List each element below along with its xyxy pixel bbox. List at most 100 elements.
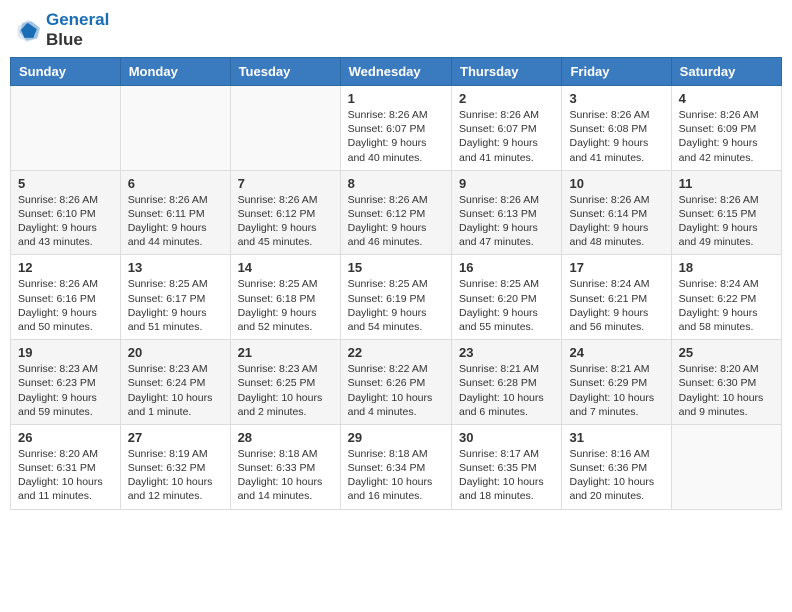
- calendar-table: SundayMondayTuesdayWednesdayThursdayFrid…: [10, 57, 782, 509]
- day-number-18: 18: [679, 260, 774, 275]
- day-number-27: 27: [128, 430, 223, 445]
- day-cell-24: 24 Sunrise: 8:21 AM Sunset: 6:29 PM Dayli…: [562, 340, 671, 425]
- day-info-21: Sunrise: 8:23 AM Sunset: 6:25 PM Dayligh…: [238, 362, 333, 419]
- calendar-body: 1 Sunrise: 8:26 AM Sunset: 6:07 PM Daylig…: [11, 86, 782, 509]
- day-number-23: 23: [459, 345, 554, 360]
- day-info-1: Sunrise: 8:26 AM Sunset: 6:07 PM Dayligh…: [348, 108, 444, 165]
- day-info-14: Sunrise: 8:25 AM Sunset: 6:18 PM Dayligh…: [238, 277, 333, 334]
- day-info-27: Sunrise: 8:19 AM Sunset: 6:32 PM Dayligh…: [128, 447, 223, 504]
- day-cell-19: 19 Sunrise: 8:23 AM Sunset: 6:23 PM Dayli…: [11, 340, 121, 425]
- header-monday: Monday: [120, 58, 230, 86]
- day-cell-1: 1 Sunrise: 8:26 AM Sunset: 6:07 PM Daylig…: [340, 86, 451, 171]
- day-cell-15: 15 Sunrise: 8:25 AM Sunset: 6:19 PM Dayli…: [340, 255, 451, 340]
- page-header: General Blue: [10, 10, 782, 49]
- empty-cell: [11, 86, 121, 171]
- day-info-7: Sunrise: 8:26 AM Sunset: 6:12 PM Dayligh…: [238, 193, 333, 250]
- day-number-26: 26: [18, 430, 113, 445]
- empty-cell: [120, 86, 230, 171]
- day-number-19: 19: [18, 345, 113, 360]
- day-cell-22: 22Sunrise: 8:22 AM Sunset: 6:26 PM Dayli…: [340, 340, 451, 425]
- day-info-3: Sunrise: 8:26 AM Sunset: 6:08 PM Dayligh…: [569, 108, 663, 165]
- day-info-28: Sunrise: 8:18 AM Sunset: 6:33 PM Dayligh…: [238, 447, 333, 504]
- empty-cell: [671, 424, 781, 509]
- header-saturday: Saturday: [671, 58, 781, 86]
- day-number-14: 14: [238, 260, 333, 275]
- day-info-9: Sunrise: 8:26 AM Sunset: 6:13 PM Dayligh…: [459, 193, 554, 250]
- day-number-9: 9: [459, 176, 554, 191]
- day-number-8: 8: [348, 176, 444, 191]
- week-row-0: 1 Sunrise: 8:26 AM Sunset: 6:07 PM Daylig…: [11, 86, 782, 171]
- day-number-4: 4: [679, 91, 774, 106]
- calendar-header: SundayMondayTuesdayWednesdayThursdayFrid…: [11, 58, 782, 86]
- day-info-30: Sunrise: 8:17 AM Sunset: 6:35 PM Dayligh…: [459, 447, 554, 504]
- day-number-13: 13: [128, 260, 223, 275]
- day-cell-6: 6 Sunrise: 8:26 AM Sunset: 6:11 PM Daylig…: [120, 170, 230, 255]
- day-cell-21: 21 Sunrise: 8:23 AM Sunset: 6:25 PM Dayli…: [230, 340, 340, 425]
- day-number-30: 30: [459, 430, 554, 445]
- day-info-10: Sunrise: 8:26 AM Sunset: 6:14 PM Dayligh…: [569, 193, 663, 250]
- logo: General Blue: [14, 10, 109, 49]
- day-info-18: Sunrise: 8:24 AM Sunset: 6:22 PM Dayligh…: [679, 277, 774, 334]
- day-number-12: 12: [18, 260, 113, 275]
- day-cell-7: 7 Sunrise: 8:26 AM Sunset: 6:12 PM Daylig…: [230, 170, 340, 255]
- header-wednesday: Wednesday: [340, 58, 451, 86]
- day-info-6: Sunrise: 8:26 AM Sunset: 6:11 PM Dayligh…: [128, 193, 223, 250]
- day-number-3: 3: [569, 91, 663, 106]
- day-info-4: Sunrise: 8:26 AM Sunset: 6:09 PM Dayligh…: [679, 108, 774, 165]
- week-row-2: 12 Sunrise: 8:26 AM Sunset: 6:16 PM Dayli…: [11, 255, 782, 340]
- day-cell-25: 25 Sunrise: 8:20 AM Sunset: 6:30 PM Dayli…: [671, 340, 781, 425]
- day-number-7: 7: [238, 176, 333, 191]
- day-cell-18: 18 Sunrise: 8:24 AM Sunset: 6:22 PM Dayli…: [671, 255, 781, 340]
- empty-cell: [230, 86, 340, 171]
- day-info-15: Sunrise: 8:25 AM Sunset: 6:19 PM Dayligh…: [348, 277, 444, 334]
- day-cell-12: 12 Sunrise: 8:26 AM Sunset: 6:16 PM Dayli…: [11, 255, 121, 340]
- day-number-28: 28: [238, 430, 333, 445]
- day-number-5: 5: [18, 176, 113, 191]
- day-cell-27: 27 Sunrise: 8:19 AM Sunset: 6:32 PM Dayli…: [120, 424, 230, 509]
- day-info-2: Sunrise: 8:26 AM Sunset: 6:07 PM Dayligh…: [459, 108, 554, 165]
- day-info-24: Sunrise: 8:21 AM Sunset: 6:29 PM Dayligh…: [569, 362, 663, 419]
- day-number-15: 15: [348, 260, 444, 275]
- day-info-8: Sunrise: 8:26 AM Sunset: 6:12 PM Dayligh…: [348, 193, 444, 250]
- day-info-31: Sunrise: 8:16 AM Sunset: 6:36 PM Dayligh…: [569, 447, 663, 504]
- header-sunday: Sunday: [11, 58, 121, 86]
- day-number-17: 17: [569, 260, 663, 275]
- header-tuesday: Tuesday: [230, 58, 340, 86]
- day-cell-5: 5Sunrise: 8:26 AM Sunset: 6:10 PM Daylig…: [11, 170, 121, 255]
- day-number-24: 24: [569, 345, 663, 360]
- header-thursday: Thursday: [452, 58, 562, 86]
- day-number-1: 1: [348, 91, 444, 106]
- week-row-1: 5Sunrise: 8:26 AM Sunset: 6:10 PM Daylig…: [11, 170, 782, 255]
- day-cell-4: 4 Sunrise: 8:26 AM Sunset: 6:09 PM Daylig…: [671, 86, 781, 171]
- day-number-11: 11: [679, 176, 774, 191]
- day-cell-23: 23Sunrise: 8:21 AM Sunset: 6:28 PM Dayli…: [452, 340, 562, 425]
- day-number-21: 21: [238, 345, 333, 360]
- day-info-29: Sunrise: 8:18 AM Sunset: 6:34 PM Dayligh…: [348, 447, 444, 504]
- day-number-10: 10: [569, 176, 663, 191]
- day-cell-20: 20Sunrise: 8:23 AM Sunset: 6:24 PM Dayli…: [120, 340, 230, 425]
- logo-icon: [14, 16, 42, 44]
- day-cell-9: 9 Sunrise: 8:26 AM Sunset: 6:13 PM Daylig…: [452, 170, 562, 255]
- day-cell-30: 30 Sunrise: 8:17 AM Sunset: 6:35 PM Dayli…: [452, 424, 562, 509]
- day-info-12: Sunrise: 8:26 AM Sunset: 6:16 PM Dayligh…: [18, 277, 113, 334]
- week-row-4: 26 Sunrise: 8:20 AM Sunset: 6:31 PM Dayli…: [11, 424, 782, 509]
- day-number-22: 22: [348, 345, 444, 360]
- day-cell-17: 17 Sunrise: 8:24 AM Sunset: 6:21 PM Dayli…: [562, 255, 671, 340]
- day-cell-13: 13 Sunrise: 8:25 AM Sunset: 6:17 PM Dayli…: [120, 255, 230, 340]
- day-number-16: 16: [459, 260, 554, 275]
- week-row-3: 19 Sunrise: 8:23 AM Sunset: 6:23 PM Dayli…: [11, 340, 782, 425]
- day-number-25: 25: [679, 345, 774, 360]
- header-friday: Friday: [562, 58, 671, 86]
- day-number-6: 6: [128, 176, 223, 191]
- day-cell-16: 16 Sunrise: 8:25 AM Sunset: 6:20 PM Dayli…: [452, 255, 562, 340]
- day-info-13: Sunrise: 8:25 AM Sunset: 6:17 PM Dayligh…: [128, 277, 223, 334]
- day-info-26: Sunrise: 8:20 AM Sunset: 6:31 PM Dayligh…: [18, 447, 113, 504]
- day-info-25: Sunrise: 8:20 AM Sunset: 6:30 PM Dayligh…: [679, 362, 774, 419]
- day-cell-14: 14 Sunrise: 8:25 AM Sunset: 6:18 PM Dayli…: [230, 255, 340, 340]
- day-info-17: Sunrise: 8:24 AM Sunset: 6:21 PM Dayligh…: [569, 277, 663, 334]
- day-cell-3: 3 Sunrise: 8:26 AM Sunset: 6:08 PM Daylig…: [562, 86, 671, 171]
- day-number-2: 2: [459, 91, 554, 106]
- day-info-19: Sunrise: 8:23 AM Sunset: 6:23 PM Dayligh…: [18, 362, 113, 419]
- header-row: SundayMondayTuesdayWednesdayThursdayFrid…: [11, 58, 782, 86]
- day-info-16: Sunrise: 8:25 AM Sunset: 6:20 PM Dayligh…: [459, 277, 554, 334]
